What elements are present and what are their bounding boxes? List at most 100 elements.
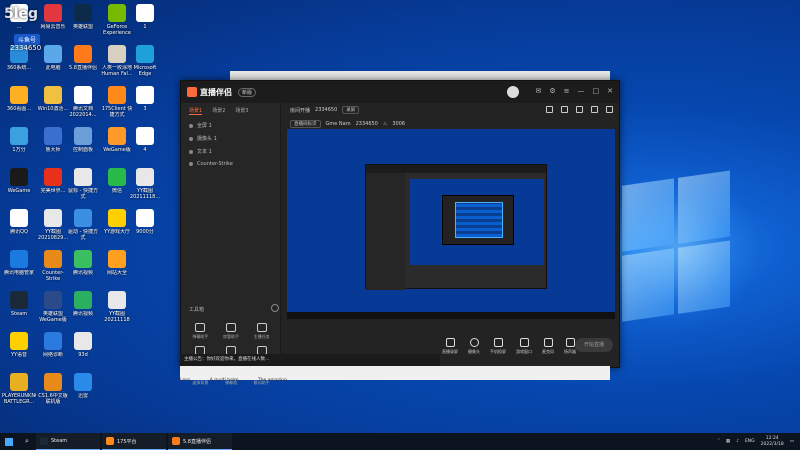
background-window-strip	[230, 71, 610, 80]
eye-icon[interactable]	[189, 149, 193, 154]
source-item[interactable]: 摄像头 1	[181, 132, 280, 145]
version-badge[interactable]: 新版	[238, 87, 257, 97]
desktop-icon-label: 完美世界...	[40, 188, 66, 194]
avatar[interactable]	[507, 86, 519, 98]
desktop-icon[interactable]: 9000分	[128, 209, 162, 241]
desktop-icon[interactable]: YY截图 20210829...	[36, 209, 70, 241]
desktop-icon[interactable]: 迅雷	[66, 373, 100, 405]
tool-button[interactable]: 房管助手	[216, 323, 247, 340]
chevron-up-icon[interactable]: ˄	[718, 439, 720, 444]
desktop-icon-label: 4	[143, 147, 147, 153]
volume-icon[interactable]: ♪	[736, 439, 739, 444]
start-button[interactable]	[0, 433, 18, 450]
desktop-icon[interactable]: CS1.6中文版 联机版	[36, 373, 70, 405]
eye-icon[interactable]	[189, 123, 193, 128]
tab-scene-2[interactable]: 场景2	[212, 107, 225, 115]
microphone-icon	[543, 337, 553, 347]
live-companion-window[interactable]: 直播伴侣 新版 ✉ ⚙ ≡ — □ ✕ 场景1 场景2 场景3 全屏 1 摄像头…	[180, 80, 620, 385]
desktop-icon[interactable]: WeGame	[2, 168, 36, 200]
taskbar-app[interactable]: Steam	[36, 433, 100, 450]
eye-icon[interactable]	[189, 136, 193, 141]
tab-scene-3[interactable]: 场景3	[235, 107, 248, 115]
live-companion-icon	[172, 437, 180, 445]
screen-capture-button[interactable]: 直播录屏	[442, 337, 458, 355]
app-icon	[10, 209, 28, 227]
source-item[interactable]: 文本 1	[181, 145, 280, 158]
desktop-icon[interactable]: 英雄联盟WeGame版	[36, 291, 70, 323]
desktop-icon[interactable]: 4	[128, 127, 162, 159]
grid-icon[interactable]	[576, 106, 583, 113]
clock[interactable]: 12:24 2022/3/18	[761, 436, 784, 448]
language-indicator[interactable]: ENG	[745, 439, 755, 444]
desktop-icon[interactable]: 驱动 - 快捷方式	[66, 209, 100, 241]
share-icon[interactable]	[606, 106, 613, 113]
menu-icon[interactable]: ≡	[564, 87, 570, 95]
bg-tab[interactable]: A multi helm...	[210, 378, 243, 383]
desktop-icon[interactable]: 鲁大师	[36, 127, 70, 159]
eye-icon[interactable]	[189, 162, 193, 166]
bg-tab[interactable]: Lens...	[180, 378, 195, 383]
gift-icon[interactable]	[546, 106, 553, 113]
taskbar-app[interactable]: 5.8直播伴侣	[168, 433, 232, 450]
desktop-icon[interactable]: 腾讯电脑管家	[2, 250, 36, 282]
desktop-icon[interactable]: 腾讯视频	[66, 291, 100, 323]
desktop-icon[interactable]: YY截图 20211118	[100, 291, 134, 323]
desktop-icon[interactable]: Microsoft Edge	[128, 45, 162, 77]
desktop-icon[interactable]: 1	[128, 4, 162, 36]
minimize-icon[interactable]: —	[578, 87, 585, 95]
window-controls: ✉ ⚙ ≡ — □ ✕	[535, 87, 613, 95]
desktop-icon[interactable]: 控制面板	[66, 127, 100, 159]
desktop-icon[interactable]: 英雄联盟	[66, 4, 100, 36]
phone-cast-button[interactable]: 手机投屏	[490, 337, 506, 355]
desktop-icon[interactable]: 网易云音乐	[36, 4, 70, 36]
maximize-icon[interactable]: □	[593, 87, 600, 95]
desktop-icon[interactable]: 360看图...	[2, 86, 36, 118]
notification-center-icon[interactable]: ▭	[790, 439, 794, 444]
desktop-icon[interactable]: Win10激活...	[36, 86, 70, 118]
desktop-icon[interactable]: YY语音	[2, 332, 36, 364]
app-icon	[108, 250, 126, 268]
taskbar-app[interactable]: 175平台	[102, 433, 166, 450]
close-icon[interactable]: ✕	[607, 87, 613, 95]
settings-icon[interactable]: ⚙	[549, 87, 555, 95]
desktop-icon[interactable]: 3	[128, 86, 162, 118]
desktop-icon[interactable]: 鼠标 - 快捷方式	[66, 168, 100, 200]
start-live-button[interactable]: 开始直播	[575, 338, 613, 352]
tab-scene-1[interactable]: 场景1	[189, 107, 203, 115]
source-item[interactable]: Counter-Strike	[181, 158, 280, 170]
desktop-icon[interactable]: 网络诊断	[36, 332, 70, 364]
game-window-button[interactable]: 游戏窗口	[516, 337, 532, 355]
notification-icon[interactable]	[561, 106, 568, 113]
stream-watermark-logo: 5leg	[4, 6, 39, 22]
desktop-icon[interactable]: 腾讯QQ	[2, 209, 36, 241]
desktop-icon[interactable]: 完美世界...	[36, 168, 70, 200]
desktop-icon[interactable]: Steam	[2, 291, 36, 323]
desktop-icon[interactable]: Counter-Strike	[36, 250, 70, 282]
tool-button[interactable]: 主播任务	[246, 323, 277, 340]
more-tools-icon[interactable]	[271, 304, 279, 312]
bg-tab[interactable]: The amazing...	[258, 378, 291, 383]
desktop-icon[interactable]: 腾讯视频	[66, 250, 100, 282]
desktop-icon[interactable]: 93d	[66, 332, 100, 364]
room-tag-chip[interactable]: 直播间标识	[290, 120, 321, 128]
camera-button[interactable]: 摄像头	[468, 337, 480, 355]
microphone-button[interactable]: 麦克风	[542, 337, 554, 355]
desktop-icon[interactable]: YY截图 20211118...	[128, 168, 162, 200]
search-icon[interactable]: ⌕	[18, 437, 36, 446]
nested-preview-inner	[442, 195, 514, 245]
message-icon[interactable]: ✉	[535, 87, 541, 95]
desktop-icon[interactable]: 1万分	[2, 127, 36, 159]
title-bar[interactable]: 直播伴侣 新版 ✉ ⚙ ≡ — □ ✕	[181, 81, 619, 103]
record-chip[interactable]: 录屏	[342, 106, 360, 114]
stream-preview[interactable]	[287, 129, 615, 319]
network-icon[interactable]: ▦	[726, 439, 730, 444]
tool-label: 房管助手	[222, 334, 239, 339]
desktop-icon[interactable]: 腾讯文档 2022014...	[66, 86, 100, 118]
desktop-icon[interactable]: 5.8直播伴侣	[66, 45, 100, 77]
source-item[interactable]: 全屏 1	[181, 119, 280, 132]
desktop-icon[interactable]: 网站大全	[100, 250, 134, 282]
tool-button[interactable]: 弹幕助手	[185, 323, 216, 340]
desktop-icon-label: Counter-Strike	[42, 270, 64, 282]
more-icon[interactable]	[591, 106, 598, 113]
desktop-icon[interactable]: PLAYERUNKNOWN'S BATTLEGR...	[2, 373, 36, 405]
